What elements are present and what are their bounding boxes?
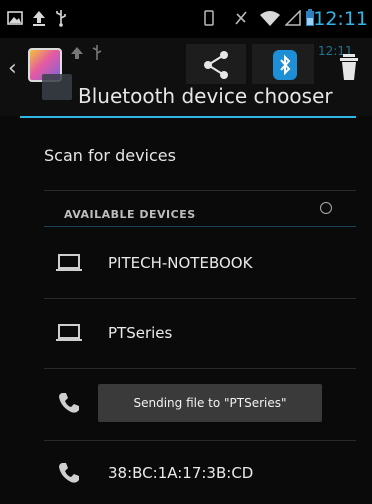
vibrate-icon bbox=[200, 9, 218, 27]
divider bbox=[44, 298, 356, 299]
share-button[interactable] bbox=[186, 44, 246, 84]
phone-icon bbox=[59, 463, 79, 483]
section-header: AVAILABLE DEVICES bbox=[64, 208, 196, 221]
usb-icon bbox=[52, 9, 70, 27]
scanning-spinner-icon bbox=[320, 202, 332, 214]
status-clock: 12:11 bbox=[313, 8, 368, 30]
scan-for-devices-button[interactable]: Scan for devices bbox=[44, 146, 176, 165]
trash-icon[interactable] bbox=[338, 52, 360, 82]
laptop-icon bbox=[56, 324, 82, 341]
bluetooth-app-icon bbox=[42, 74, 72, 100]
device-name: PTSeries bbox=[108, 324, 173, 342]
device-name: 38:BC:1A:17:3B:CD bbox=[108, 464, 254, 482]
device-name: PITECH-NOTEBOOK bbox=[108, 254, 253, 272]
phone-icon bbox=[59, 393, 79, 413]
upload-icon bbox=[30, 9, 48, 27]
toast-message: Sending file to "PTSeries" bbox=[98, 384, 322, 422]
back-chevron-icon[interactable]: ‹ bbox=[8, 56, 17, 81]
divider bbox=[44, 368, 356, 369]
header-divider bbox=[20, 116, 356, 118]
ghost-usb-icon bbox=[90, 44, 104, 66]
share-icon bbox=[204, 51, 228, 79]
divider bbox=[44, 190, 356, 191]
bluetooth-icon bbox=[273, 50, 297, 80]
image-icon bbox=[6, 9, 24, 27]
section-divider bbox=[44, 226, 356, 227]
no-signal-icon bbox=[232, 9, 250, 27]
laptop-icon bbox=[56, 254, 82, 271]
device-row[interactable]: 38:BC:1A:17:3B:CD bbox=[44, 440, 354, 504]
device-row[interactable]: PITECH-NOTEBOOK bbox=[44, 232, 354, 296]
device-row[interactable]: PTSeries bbox=[44, 300, 354, 364]
wifi-icon bbox=[258, 9, 282, 27]
ghost-upload-icon bbox=[70, 46, 84, 66]
signal-icon bbox=[284, 9, 302, 27]
page-title: Bluetooth device chooser bbox=[78, 84, 333, 108]
